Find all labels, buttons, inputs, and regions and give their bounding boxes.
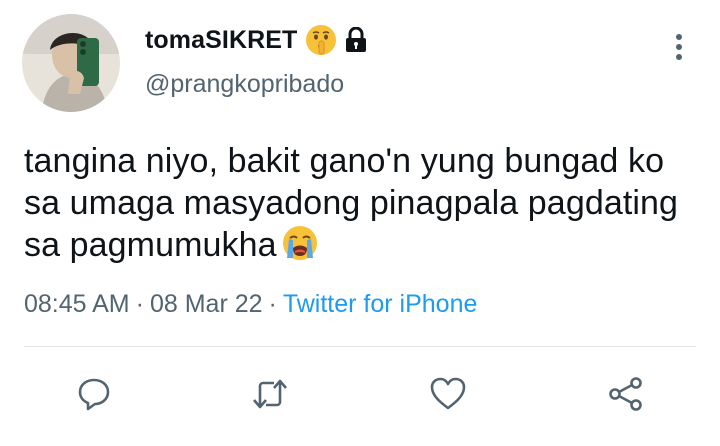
tweet-body: tangina niyo, bakit gano'n yung bungad k… — [24, 142, 679, 264]
tweet-meta: 08:45 AM · 08 Mar 22 · Twitter for iPhone — [24, 290, 477, 319]
meta-separator: · — [135, 290, 144, 318]
reply-button[interactable] — [72, 368, 116, 420]
avatar[interactable] — [22, 14, 120, 112]
divider — [24, 346, 696, 347]
lock-icon — [345, 26, 367, 53]
action-bar — [0, 368, 720, 424]
display-name[interactable]: tomaSIKRET — [145, 26, 297, 55]
tweet-date[interactable]: 08 Mar 22 — [150, 290, 263, 318]
retweet-button[interactable] — [248, 368, 292, 420]
like-button[interactable] — [426, 368, 470, 420]
share-icon — [607, 376, 645, 412]
user-name-row: tomaSIKRET — [145, 22, 367, 58]
tweet-source-link[interactable]: Twitter for iPhone — [283, 290, 478, 318]
tweet-card: tomaSIKRET @prangkopribado tangina niyo,… — [0, 0, 720, 446]
tweet-text: tangina niyo, bakit gano'n yung bungad k… — [24, 140, 704, 266]
meta-separator: · — [268, 290, 277, 318]
more-options-icon[interactable] — [664, 30, 694, 64]
like-icon — [429, 376, 467, 412]
retweet-icon — [250, 376, 290, 412]
user-handle[interactable]: @prangkopribado — [145, 70, 344, 99]
loudly-crying-face-icon — [281, 224, 319, 262]
shushing-face-icon — [305, 24, 337, 56]
reply-icon — [76, 376, 112, 412]
tweet-time[interactable]: 08:45 AM — [24, 290, 130, 318]
share-button[interactable] — [604, 368, 648, 420]
